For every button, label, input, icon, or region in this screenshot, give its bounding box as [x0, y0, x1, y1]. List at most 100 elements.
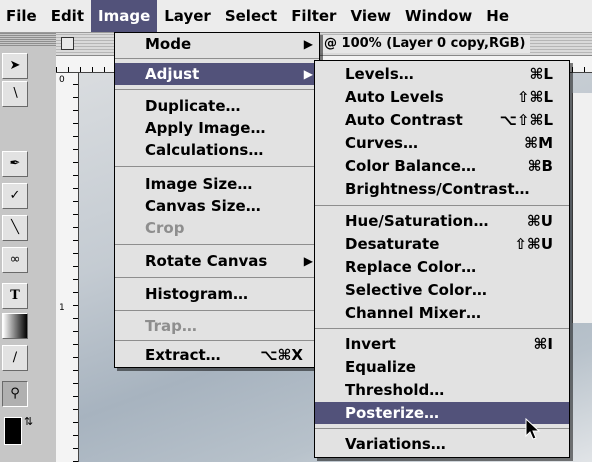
magic-wand-tool-icon[interactable]: ∖ — [2, 81, 28, 107]
menu-separator — [115, 166, 319, 167]
toolbox-titlebar[interactable] — [0, 33, 56, 47]
history-brush-tool-icon[interactable]: ✓ — [2, 183, 28, 209]
menu-item-label: Extract… — [145, 346, 221, 364]
menu-item-channel-mixer[interactable]: Channel Mixer… — [315, 302, 569, 324]
menu-item-curves[interactable]: Curves… ⌘M — [315, 132, 569, 154]
menu-select[interactable]: Select — [218, 0, 284, 32]
menu-item-rotate-canvas[interactable]: Rotate Canvas ▶ — [115, 250, 319, 272]
menu-item-label: Canvas Size… — [145, 197, 261, 215]
menu-item-label: Histogram… — [145, 285, 248, 303]
menu-separator — [115, 277, 319, 278]
menu-layer[interactable]: Layer — [157, 0, 218, 32]
menu-separator — [115, 89, 319, 90]
menu-item-brightness-contrast[interactable]: Brightness/Contrast… — [315, 178, 569, 200]
menu-item-label: Color Balance… — [345, 157, 476, 175]
menu-item-image-size[interactable]: Image Size… — [115, 173, 319, 195]
menu-item-trap[interactable]: Trap… — [115, 315, 319, 337]
submenu-arrow-icon: ▶ — [303, 254, 313, 268]
menu-item-label: Selective Color… — [345, 281, 487, 299]
menu-help[interactable]: He — [479, 0, 516, 32]
zoom-tool-icon[interactable]: ⚲ — [2, 381, 28, 407]
submenu-arrow-icon: ▶ — [303, 37, 313, 51]
menu-item-hue-saturation[interactable]: Hue/Saturation… ⌘U — [315, 210, 569, 232]
menu-item-replace-color[interactable]: Replace Color… — [315, 256, 569, 278]
gradient-tool-icon[interactable] — [2, 313, 28, 339]
menu-item-label: Crop — [145, 219, 185, 237]
menu-item-label: Adjust — [145, 65, 200, 83]
menu-item-label: Hue/Saturation… — [345, 212, 489, 230]
menu-item-adjust[interactable]: Adjust ▶ — [115, 63, 319, 85]
menu-item-threshold[interactable]: Threshold… — [315, 379, 569, 401]
menu-image[interactable]: Image — [91, 0, 158, 32]
menu-separator — [115, 244, 319, 245]
menu-item-shortcut: ⌘U — [526, 212, 553, 230]
menu-item-shortcut: ⌥⌘X — [260, 346, 303, 364]
menu-item-canvas-size[interactable]: Canvas Size… — [115, 195, 319, 217]
close-box-icon[interactable] — [61, 37, 74, 50]
swap-colors-icon[interactable]: ⇅ — [24, 415, 33, 428]
menu-item-mode[interactable]: Mode ▶ — [115, 33, 319, 55]
ruler-mark-1: 1 — [59, 303, 65, 313]
menu-item-label: Trap… — [145, 317, 197, 335]
menu-item-label: Curves… — [345, 134, 418, 152]
menu-item-shortcut: ⌘M — [524, 134, 553, 152]
menu-item-label: Apply Image… — [145, 119, 266, 137]
move-tool-icon[interactable]: ➤ — [2, 53, 28, 79]
menu-item-label: Invert — [345, 335, 396, 353]
menu-item-label: Mode — [145, 35, 192, 53]
submenu-arrow-icon: ▶ — [303, 67, 313, 81]
menu-view[interactable]: View — [343, 0, 398, 32]
image-menu: Mode ▶ Adjust ▶ Duplicate… Apply Image… … — [114, 32, 320, 368]
adjust-submenu: Levels… ⌘L Auto Levels ⇧⌘L Auto Contrast… — [314, 60, 570, 458]
menu-item-label: Desaturate — [345, 235, 440, 253]
menu-item-duplicate[interactable]: Duplicate… — [115, 95, 319, 117]
menu-separator — [115, 340, 319, 341]
document-title: @ 100% (Layer 0 copy,RGB) — [320, 35, 530, 53]
menu-item-label: Brightness/Contrast… — [345, 180, 530, 198]
menu-item-shortcut: ⌘B — [527, 157, 553, 175]
menu-item-label: Variations… — [345, 435, 446, 453]
menu-edit[interactable]: Edit — [44, 0, 91, 32]
menu-item-crop[interactable]: Crop — [115, 217, 319, 239]
menu-filter[interactable]: Filter — [284, 0, 343, 32]
menu-item-levels[interactable]: Levels… ⌘L — [315, 63, 569, 85]
menu-item-label: Channel Mixer… — [345, 304, 482, 322]
menu-item-desaturate[interactable]: Desaturate ⇧⌘U — [315, 233, 569, 255]
menu-item-apply-image[interactable]: Apply Image… — [115, 117, 319, 139]
lasso-tool-icon[interactable]: ∞ — [2, 247, 28, 273]
menu-item-shortcut: ⌘I — [533, 335, 554, 353]
menu-separator — [315, 205, 569, 206]
menu-item-label: Replace Color… — [345, 258, 477, 276]
menu-item-equalize[interactable]: Equalize — [315, 356, 569, 378]
menu-item-label: Auto Contrast — [345, 111, 463, 129]
brush-tool-icon[interactable]: ✒ — [2, 151, 28, 177]
vertical-ruler: 0 1 — [56, 73, 79, 462]
menu-item-shortcut: ⇧⌘U — [514, 235, 553, 253]
menu-item-label: Calculations… — [145, 141, 264, 159]
menu-file[interactable]: File — [0, 0, 44, 32]
arrow-cursor-icon — [525, 418, 541, 440]
menu-item-invert[interactable]: Invert ⌘I — [315, 333, 569, 355]
menu-item-auto-levels[interactable]: Auto Levels ⇧⌘L — [315, 86, 569, 108]
menu-item-selective-color[interactable]: Selective Color… — [315, 279, 569, 301]
menu-item-extract[interactable]: Extract… ⌥⌘X — [115, 344, 319, 366]
menu-item-calculations[interactable]: Calculations… — [115, 139, 319, 161]
menu-item-label: Image Size… — [145, 175, 253, 193]
menu-item-histogram[interactable]: Histogram… — [115, 283, 319, 305]
menu-item-label: Threshold… — [345, 381, 445, 399]
menu-bar: File Edit Image Layer Select Filter View… — [0, 0, 592, 33]
ruler-mark-0: 0 — [59, 75, 65, 85]
menu-item-shortcut: ⌘L — [529, 65, 553, 83]
foreground-color-swatch[interactable] — [4, 417, 22, 445]
menu-separator — [315, 328, 569, 329]
menu-item-color-balance[interactable]: Color Balance… ⌘B — [315, 155, 569, 177]
layers-palette-edge — [572, 93, 592, 323]
eyedropper-tool-icon[interactable]: ∕ — [2, 345, 28, 371]
toolbox-palette: ➤ ∖ ✒ ✓ ╲ ∞ T ∕ ⚲ ⇅ — [0, 33, 57, 462]
menu-item-label: Rotate Canvas — [145, 252, 268, 270]
menu-item-auto-contrast[interactable]: Auto Contrast ⌥⇧⌘L — [315, 109, 569, 131]
line-tool-icon[interactable]: ╲ — [2, 215, 28, 241]
type-tool-icon[interactable]: T — [2, 283, 28, 309]
menu-window[interactable]: Window — [398, 0, 479, 32]
menu-item-label: Auto Levels — [345, 88, 444, 106]
